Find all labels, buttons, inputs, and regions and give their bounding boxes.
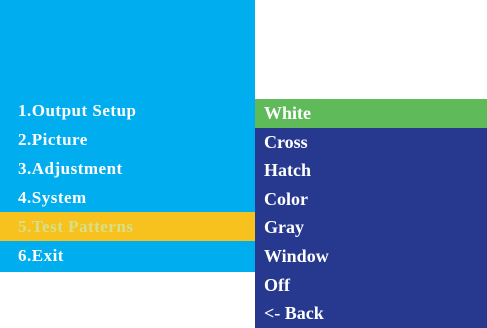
menu-item-output-setup[interactable]: 1.Output Setup — [0, 96, 255, 125]
submenu-item-off[interactable]: Off — [255, 271, 487, 300]
menu-item-picture[interactable]: 2.Picture — [0, 125, 255, 154]
menu-item-adjustment[interactable]: 3.Adjustment — [0, 154, 255, 183]
menu-item-exit[interactable]: 6.Exit — [0, 241, 255, 270]
test-patterns-submenu: White Cross Hatch Color Gray Window Off … — [255, 99, 487, 328]
submenu-item-white[interactable]: White — [255, 99, 487, 128]
submenu-item-color[interactable]: Color — [255, 185, 487, 214]
main-menu-panel: 1.Output Setup 2.Picture 3.Adjustment 4.… — [0, 0, 255, 272]
menu-item-test-patterns[interactable]: 5.Test Patterns — [0, 212, 255, 241]
menu-item-system[interactable]: 4.System — [0, 183, 255, 212]
submenu-item-window[interactable]: Window — [255, 242, 487, 271]
submenu-item-hatch[interactable]: Hatch — [255, 156, 487, 185]
submenu-item-cross[interactable]: Cross — [255, 128, 487, 157]
submenu-item-gray[interactable]: Gray — [255, 213, 487, 242]
main-menu-list: 1.Output Setup 2.Picture 3.Adjustment 4.… — [0, 96, 255, 270]
submenu-item-back[interactable]: <- Back — [255, 299, 487, 328]
